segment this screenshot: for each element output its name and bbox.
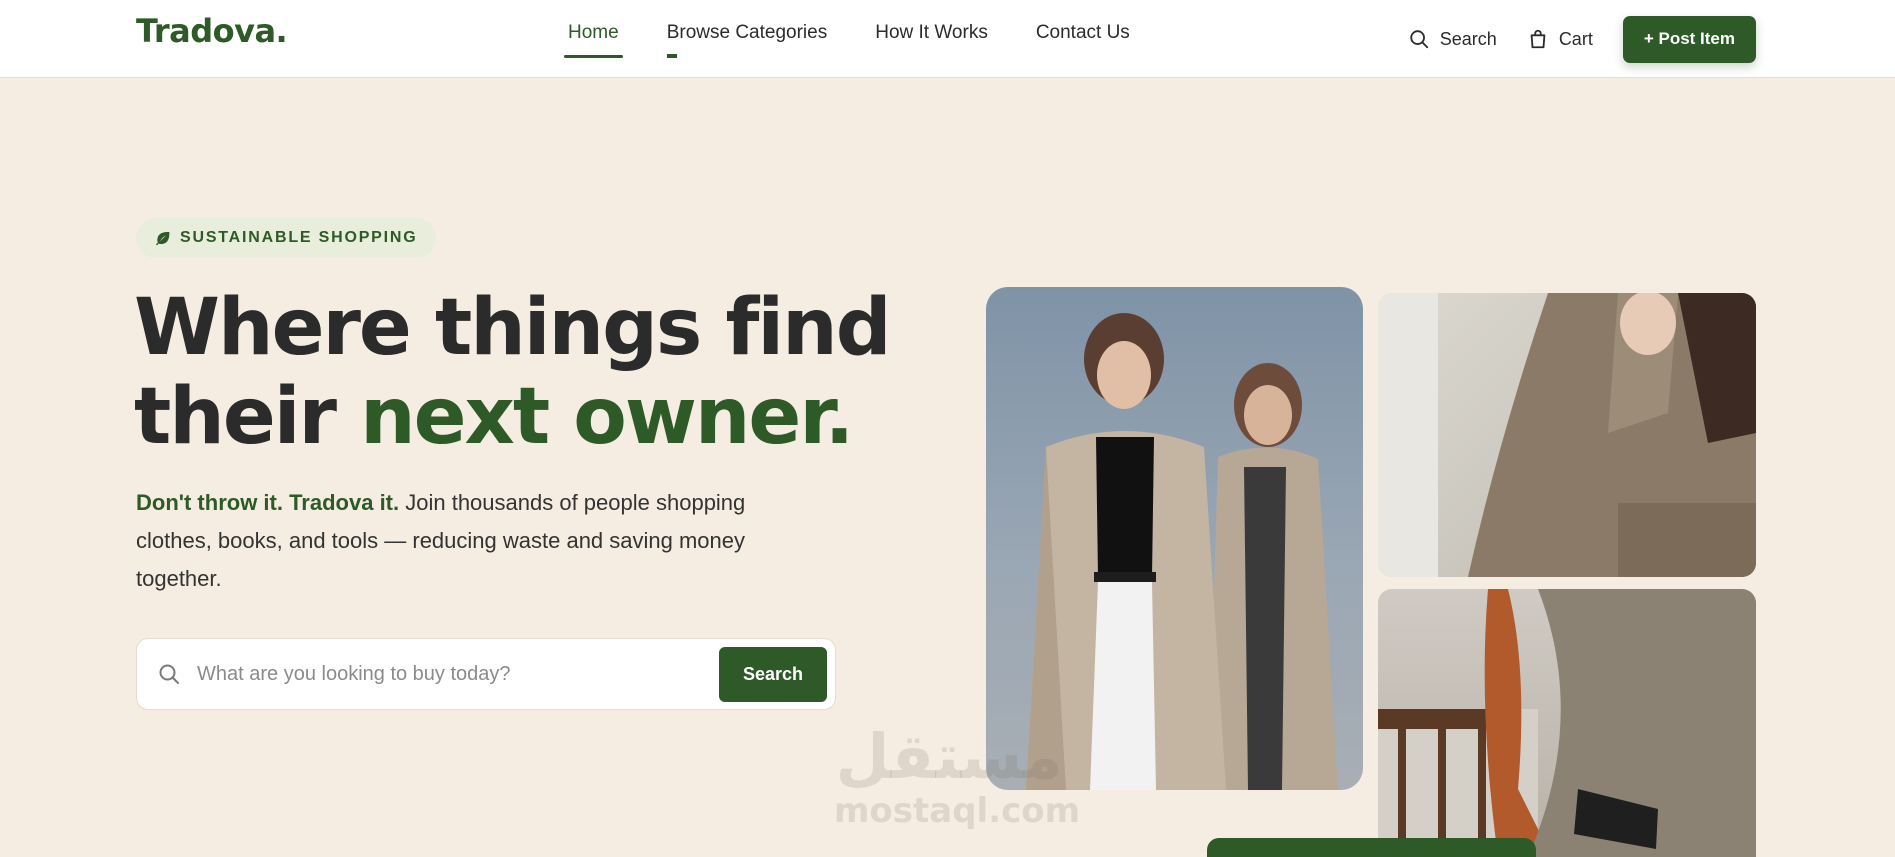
nav-item-label: Contact Us	[1035, 22, 1130, 43]
floating-card-edge	[1207, 838, 1536, 857]
headline-line-2: their next owner.	[134, 373, 894, 462]
hero-image-models-coats	[986, 287, 1363, 790]
hero-image-checked-coat	[1378, 293, 1756, 577]
search-icon	[159, 664, 179, 684]
hero-search-bar: Search	[136, 638, 836, 710]
badge-label: SUSTAINABLE SHOPPING	[180, 229, 418, 246]
leaf-icon	[156, 232, 170, 246]
hero-image-linen-dress	[1378, 589, 1756, 857]
headline-accent: next owner.	[360, 372, 854, 462]
logo[interactable]: Tradova.	[136, 12, 288, 50]
cart-icon	[1530, 29, 1546, 49]
nav-item-browse-categories[interactable]: Browse Categories	[663, 0, 832, 78]
headline-plain: their	[134, 372, 361, 462]
nav-item-label: Home	[568, 22, 619, 43]
search-icon	[1410, 30, 1428, 49]
header-cart-label: Cart	[1558, 28, 1593, 49]
models-illustration	[1026, 313, 1338, 790]
top-header: Tradova. Home Browse Categories How It W…	[0, 0, 1895, 78]
nav-item-how-it-works[interactable]: How It Works	[871, 0, 992, 78]
search-input[interactable]	[197, 662, 719, 686]
nav-item-label: How It Works	[875, 22, 988, 43]
header-actions: Search Cart + Post Item	[1408, 0, 1756, 78]
headline-line-1: Where things find	[134, 283, 892, 373]
sustainable-shopping-badge: SUSTAINABLE SHOPPING	[136, 218, 436, 258]
hover-indicator	[666, 54, 677, 58]
search-button[interactable]: Search	[719, 646, 827, 702]
header-search-label: Search	[1439, 28, 1497, 49]
hero-headline: Where things find their next owner.	[134, 284, 894, 462]
checked-coat-illustration	[1378, 293, 1756, 577]
subtext-tagline: Don't throw it. Tradova it.	[136, 490, 400, 515]
hero-subtext: Don't throw it. Tradova it. Join thousan…	[136, 484, 776, 598]
header-cart-link[interactable]: Cart	[1527, 28, 1593, 50]
nav-item-label: Browse Categories	[666, 22, 828, 43]
watermark-latin: mostaql.com	[834, 791, 1081, 831]
post-item-button[interactable]: + Post Item	[1622, 15, 1756, 63]
main-nav: Home Browse Categories How It Works Cont…	[564, 0, 1174, 78]
nav-item-home[interactable]: Home	[564, 0, 623, 78]
nav-item-contact-us[interactable]: Contact Us	[1032, 0, 1134, 78]
header-search-link[interactable]: Search	[1408, 28, 1497, 50]
linen-dress-illustration	[1378, 589, 1756, 857]
